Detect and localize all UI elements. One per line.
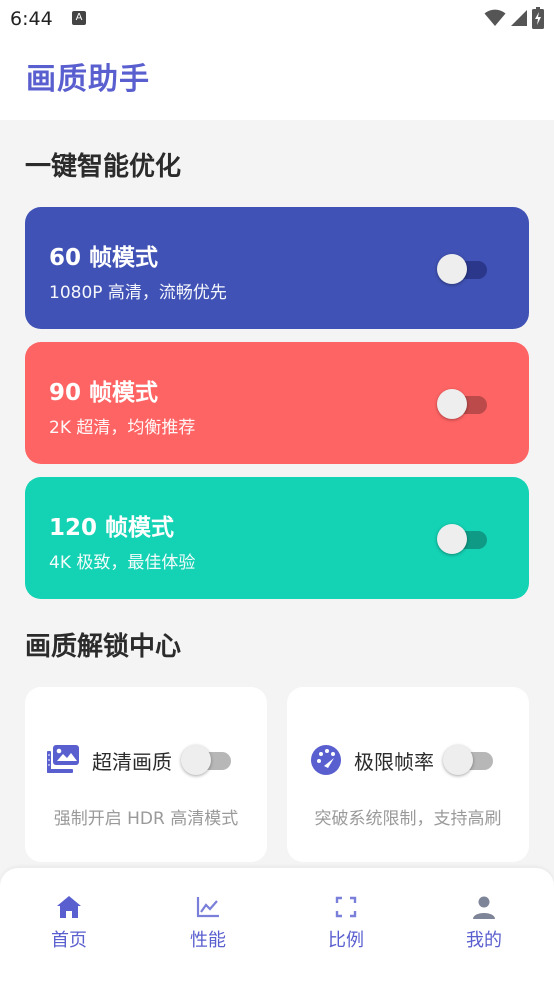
mode-90fps-toggle[interactable] (437, 388, 489, 420)
app-bar: 画质助手 (0, 38, 554, 120)
toggle-thumb (443, 745, 473, 775)
feature-description: 突破系统限制，支持高刷 (314, 809, 502, 829)
hdr-toggle[interactable] (181, 744, 233, 776)
feature-card-framerate[interactable]: 极限帧率 突破系统限制，支持高刷 (287, 687, 529, 862)
feature-label: 极限帧率 (354, 750, 434, 774)
status-icons (484, 7, 544, 29)
toggle-thumb (437, 524, 467, 554)
mode-title: 90 帧模式 (49, 380, 159, 406)
feature-label: 超清画质 (92, 750, 172, 774)
feature-card-hdr[interactable]: 超清画质 强制开启 HDR 高清模式 (25, 687, 267, 862)
nav-label: 首页 (51, 930, 87, 951)
mode-title: 120 帧模式 (49, 515, 175, 541)
status-time: 6:44 (10, 8, 53, 30)
nav-item-home[interactable]: 首页 (29, 894, 109, 952)
nav-item-performance[interactable]: 性能 (168, 894, 248, 952)
notification-a-icon: A (72, 11, 86, 25)
section-title-unlock: 画质解锁中心 (25, 632, 182, 662)
framerate-toggle[interactable] (443, 744, 495, 776)
speedometer-icon (311, 745, 341, 775)
home-icon (57, 896, 81, 918)
mode-card-90fps[interactable]: 90 帧模式 2K 超清，均衡推荐 (25, 342, 529, 464)
app-title: 画质助手 (26, 62, 150, 97)
wifi-icon (484, 9, 506, 26)
mode-card-60fps[interactable]: 60 帧模式 1080P 高清，流畅优先 (25, 207, 529, 329)
nav-item-ratio[interactable]: 比例 (306, 894, 386, 952)
phone-screen: 6:44 A 画质助手 一键智能优化 60 帧模式 1080P 高清，流畅优先 (0, 0, 554, 984)
mode-title: 60 帧模式 (49, 245, 159, 271)
nav-label: 性能 (190, 930, 226, 951)
cell-signal-icon (511, 10, 527, 26)
nav-item-profile[interactable]: 我的 (444, 894, 524, 952)
feature-description: 强制开启 HDR 高清模式 (53, 809, 239, 829)
battery-charging-icon (532, 7, 544, 29)
toggle-thumb (181, 745, 211, 775)
chart-icon (196, 897, 219, 918)
bottom-navigation: 首页 性能 比例 我的 (0, 868, 554, 984)
photo-library-icon (47, 745, 79, 773)
nav-label: 比例 (328, 930, 364, 951)
toggle-thumb (437, 389, 467, 419)
mode-subtitle: 1080P 高清，流畅优先 (49, 283, 227, 303)
mode-card-120fps[interactable]: 120 帧模式 4K 极致，最佳体验 (25, 477, 529, 599)
person-icon (473, 896, 495, 919)
mode-120fps-toggle[interactable] (437, 523, 489, 555)
mode-subtitle: 2K 超清，均衡推荐 (49, 418, 196, 438)
nav-label: 我的 (466, 930, 502, 951)
status-bar: 6:44 A (0, 0, 554, 38)
fullscreen-icon (335, 896, 357, 918)
mode-60fps-toggle[interactable] (437, 253, 489, 285)
section-title-optimize: 一键智能优化 (25, 152, 182, 182)
toggle-thumb (437, 254, 467, 284)
mode-subtitle: 4K 极致，最佳体验 (49, 553, 196, 573)
